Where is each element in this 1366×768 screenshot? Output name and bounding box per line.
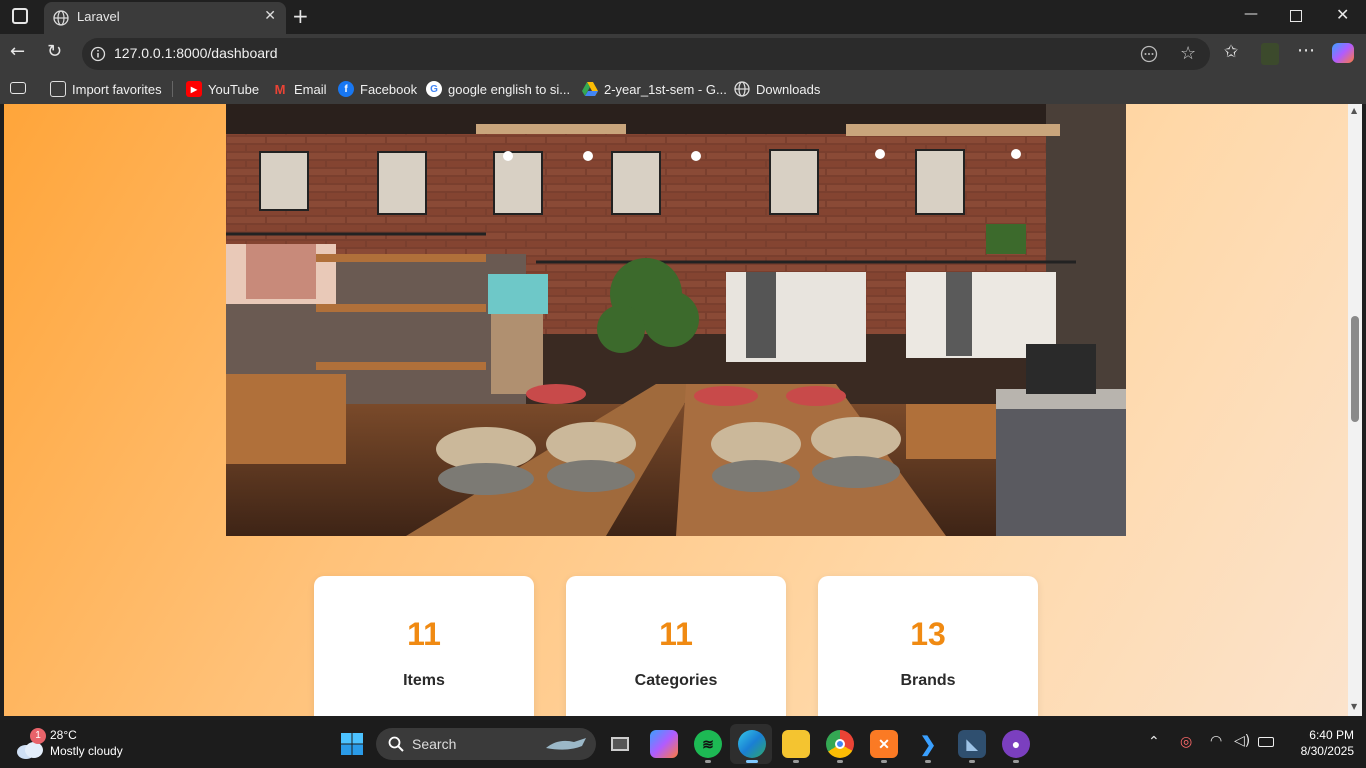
spotify-icon[interactable]: ≋ (694, 730, 722, 758)
favorite-star-icon[interactable]: ☆ (1180, 43, 1196, 64)
close-tab-icon[interactable]: ✕ (264, 8, 276, 24)
vscode-icon[interactable]: ❯ (914, 730, 942, 758)
show-hidden-icons-icon[interactable]: ⌃ (1148, 734, 1160, 750)
close-window-icon[interactable]: ✕ (1336, 5, 1349, 24)
clock-date: 8/30/2025 (1300, 744, 1354, 758)
stat-label: Brands (900, 672, 956, 689)
weather-condition: Mostly cloudy (50, 744, 123, 758)
more-menu-icon[interactable]: ⋯ (1297, 40, 1315, 61)
github-desktop-icon[interactable]: ● (1002, 730, 1030, 758)
weather-badge: 1 (30, 728, 46, 744)
favorite-label: Downloads (756, 81, 821, 97)
stat-label: Items (403, 672, 445, 689)
favorite-email[interactable]: M Email (272, 80, 327, 98)
stat-card-categories[interactable]: 11 Categories (566, 576, 786, 716)
edge-browser-icon[interactable] (738, 730, 766, 758)
weather-widget[interactable]: 1 28°C Mostly cloudy (16, 728, 146, 762)
back-icon[interactable]: ← (10, 41, 25, 62)
copilot-icon[interactable] (1332, 43, 1354, 63)
facebook-icon: f (338, 81, 354, 97)
volume-icon[interactable]: ◁) (1234, 733, 1250, 749)
address-bar: ← ↻ 127.0.0.1:8000/dashboard ☆ ✩ ⋯ (0, 34, 1366, 74)
favorite-label: YouTube (208, 81, 260, 97)
search-placeholder: Search (412, 736, 457, 752)
store-hero-image (226, 104, 1126, 536)
scrollbar-thumb[interactable] (1351, 316, 1359, 422)
profile-avatar[interactable] (1261, 43, 1279, 65)
page-viewport: 11 Items 11 Categories 13 Brands (4, 104, 1348, 716)
reading-mode-icon[interactable] (1140, 45, 1158, 63)
wifi-icon[interactable]: ◠ (1210, 733, 1222, 749)
minimize-icon[interactable]: — (1244, 6, 1258, 22)
running-indicator (793, 760, 799, 763)
drive-icon (582, 81, 598, 97)
taskbar: 1 28°C Mostly cloudy Search ≋ ✕ ❯ ◣ ● ⌃ … (0, 720, 1366, 768)
active-indicator (746, 760, 758, 763)
tab-actions-icon[interactable] (12, 8, 28, 24)
chrome-icon[interactable] (826, 730, 854, 758)
running-indicator (1013, 760, 1019, 763)
temperature: 28°C (50, 728, 77, 742)
stat-label: Categories (634, 672, 718, 689)
running-indicator (881, 760, 887, 763)
globe-icon (53, 10, 69, 26)
youtube-icon: ▶ (186, 81, 202, 97)
stat-card-brands[interactable]: 13 Brands (818, 576, 1038, 716)
favorite-youtube[interactable]: ▶ YouTube (186, 80, 259, 98)
clock-time: 6:40 PM (1309, 728, 1354, 742)
favorite-facebook[interactable]: f Facebook (338, 80, 417, 98)
running-indicator (705, 760, 711, 763)
scroll-down-icon[interactable]: ▼ (1351, 702, 1357, 711)
page-scrollbar[interactable]: ▲ ▼ (1348, 104, 1362, 716)
stat-value: 13 (910, 616, 946, 652)
favorite-drive[interactable]: 2-year_1st-sem - G... (582, 80, 727, 98)
sync-icon[interactable]: ◎ (1180, 734, 1192, 750)
globe-icon (734, 81, 750, 97)
active-tab[interactable]: Laravel ✕ (44, 2, 286, 34)
scroll-up-icon[interactable]: ▲ (1351, 106, 1357, 115)
favorite-google-translate[interactable]: G google english to si... (426, 80, 570, 98)
running-indicator (837, 760, 843, 763)
favorite-label: Import favorites (72, 81, 162, 97)
favorites-icon[interactable]: ✩ (1224, 42, 1238, 62)
stat-card-items[interactable]: 11 Items (314, 576, 534, 716)
favorite-label: Facebook (360, 81, 418, 97)
url-text: 127.0.0.1:8000/dashboard (114, 45, 278, 61)
mysql-workbench-icon[interactable]: ◣ (958, 730, 986, 758)
running-indicator (969, 760, 975, 763)
search-icon (388, 736, 404, 752)
favorite-downloads[interactable]: Downloads (734, 80, 820, 98)
favorites-bar: Import favorites ▶ YouTube M Email f Fac… (0, 74, 1366, 104)
windows-start-icon[interactable] (338, 730, 366, 758)
xampp-icon[interactable]: ✕ (870, 730, 898, 758)
stat-value: 11 (407, 616, 441, 652)
url-field[interactable]: 127.0.0.1:8000/dashboard ☆ (82, 38, 1210, 70)
stat-value: 11 (659, 616, 693, 652)
favorite-label: google english to si... (448, 81, 571, 97)
restore-icon[interactable] (1290, 10, 1302, 22)
running-indicator (925, 760, 931, 763)
new-tab-icon[interactable]: + (292, 4, 309, 28)
file-explorer-icon[interactable] (782, 730, 810, 758)
tab-bar: Laravel ✕ + — ✕ (0, 0, 1366, 34)
copilot-app-icon[interactable] (650, 730, 678, 758)
import-icon (50, 81, 66, 97)
sidebar-toggle-icon[interactable] (10, 82, 26, 94)
tab-title: Laravel (77, 9, 120, 24)
battery-icon[interactable] (1258, 737, 1274, 747)
favorite-label: Email (294, 81, 327, 97)
search-highlight-icon (546, 738, 586, 750)
taskbar-search[interactable]: Search (376, 728, 596, 760)
favorite-label: 2-year_1st-sem - G... (604, 81, 727, 97)
refresh-icon[interactable]: ↻ (47, 41, 62, 62)
favorites-divider (172, 81, 173, 97)
gmail-icon: M (274, 81, 286, 97)
favorite-import[interactable]: Import favorites (50, 80, 162, 98)
task-view-icon[interactable] (606, 730, 634, 758)
info-icon[interactable] (90, 46, 106, 62)
google-icon: G (426, 81, 442, 97)
clock[interactable]: 6:40 PM 8/30/2025 (1284, 728, 1354, 758)
